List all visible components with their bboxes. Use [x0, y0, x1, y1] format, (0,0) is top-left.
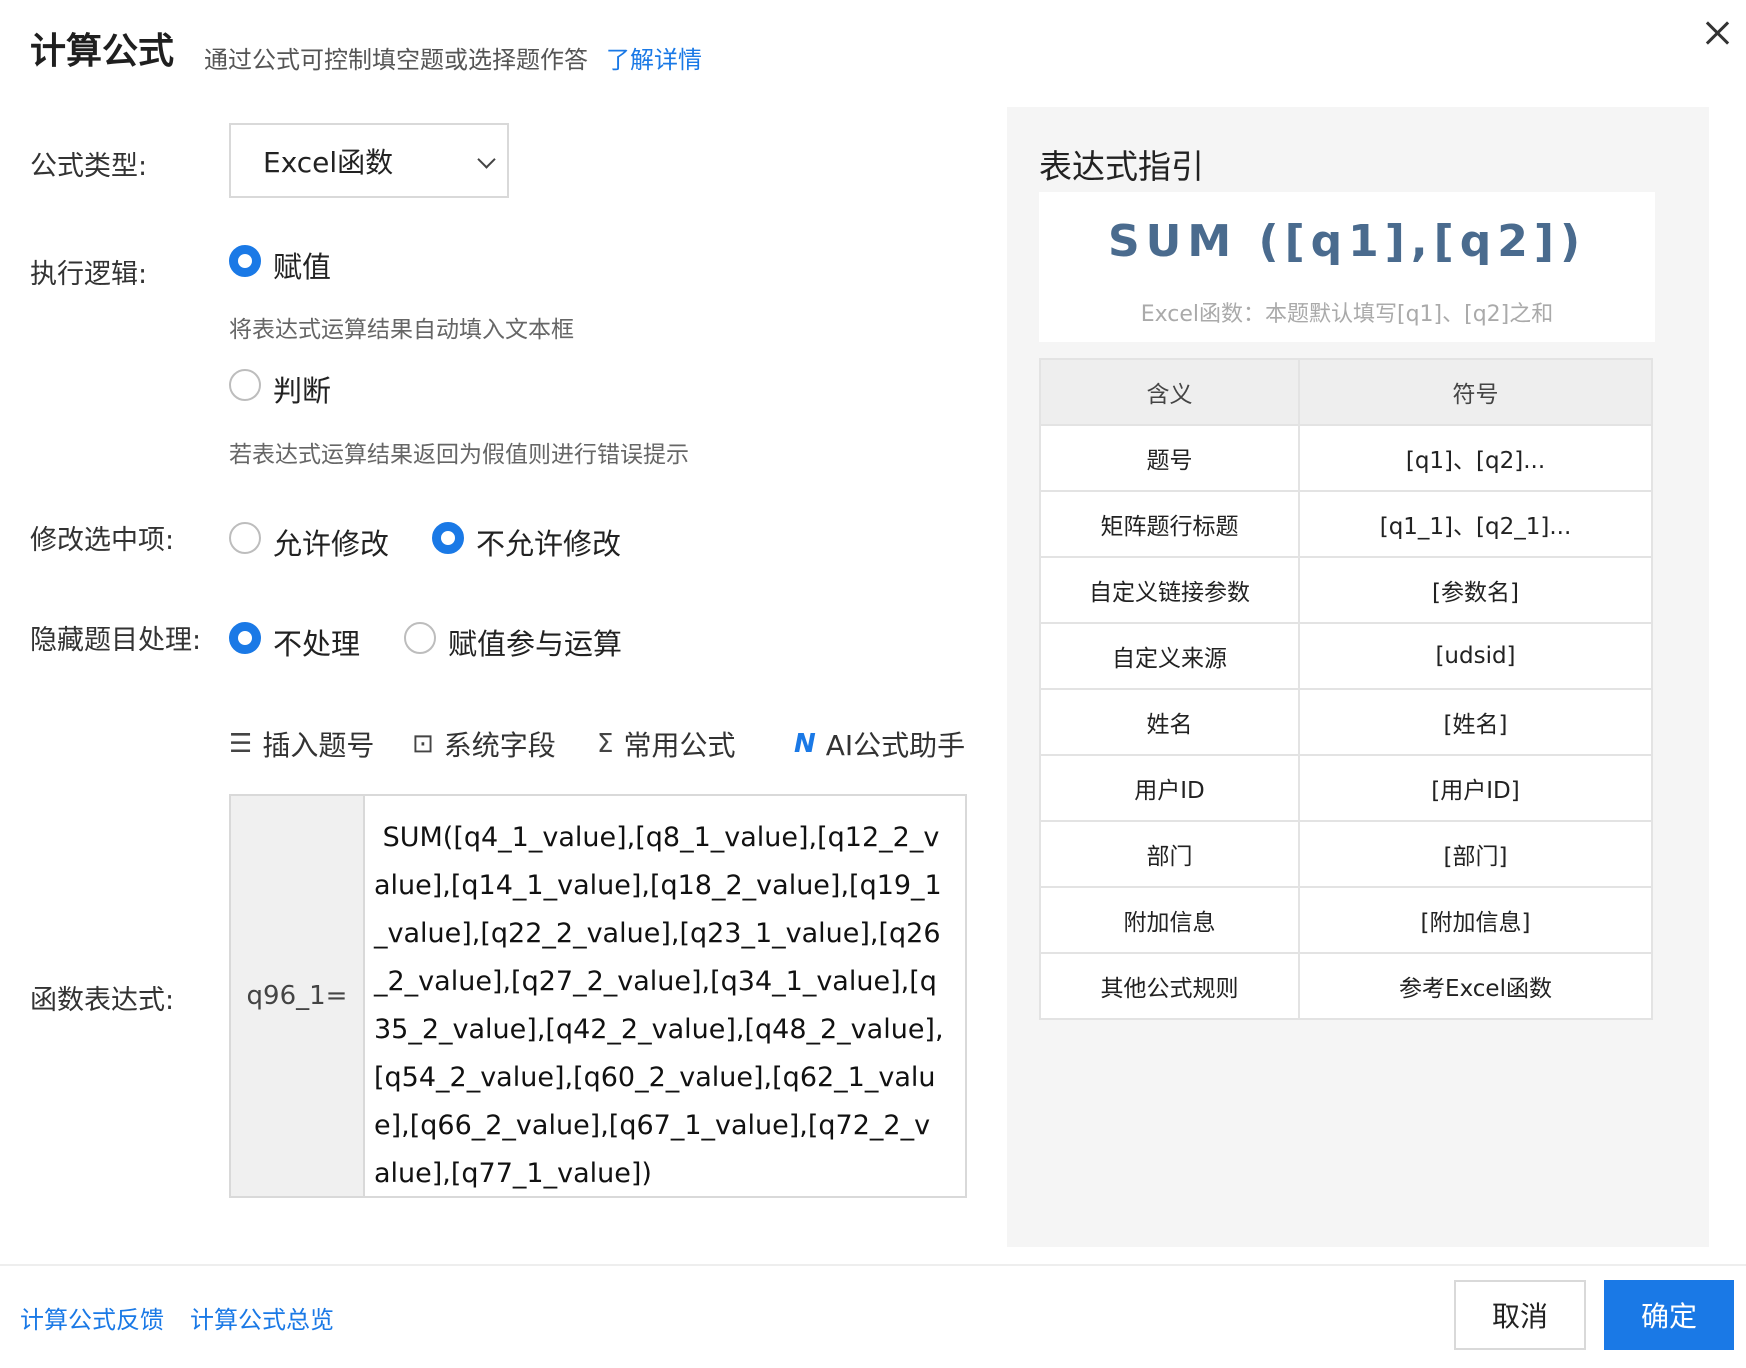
row-meaning: 其他公式规则 — [1039, 952, 1300, 1020]
radio-allow-modify[interactable] — [229, 522, 261, 554]
guide-header-meaning: 含义 — [1039, 358, 1300, 426]
row-symbol: 参考Excel函数 — [1298, 952, 1653, 1020]
row-meaning: 用户ID — [1039, 754, 1300, 822]
guide-title: 表达式指引 — [1039, 147, 1204, 186]
radio-disallow-modify[interactable] — [432, 522, 464, 554]
expression-label: 函数表达式: — [30, 985, 175, 1016]
table-row: 题号 [q1]、[q2]... — [1039, 424, 1653, 492]
dialog-title: 计算公式 — [30, 31, 175, 72]
row-meaning: 矩阵题行标题 — [1039, 490, 1300, 558]
row-symbol: [q1]、[q2]... — [1298, 424, 1653, 492]
guide-example-formula: SUM ([q1],[q2]) — [1107, 216, 1587, 267]
table-row: 其他公式规则 参考Excel函数 — [1039, 952, 1653, 1020]
row-symbol: [附加信息] — [1298, 886, 1653, 954]
system-field-label: 系统字段 — [443, 729, 556, 762]
assign-hint: 将表达式运算结果自动填入文本框 — [229, 317, 574, 343]
formula-type-value: Excel函数 — [263, 145, 394, 179]
radio-judge[interactable] — [229, 369, 261, 401]
modify-label: 修改选中项: — [30, 525, 175, 556]
table-row: 姓名 [姓名] — [1039, 688, 1653, 756]
radio-assign-compute-label[interactable]: 赋值参与运算 — [448, 621, 622, 663]
radio-disallow-modify-label[interactable]: 不允许修改 — [476, 521, 621, 563]
radio-no-process[interactable] — [229, 622, 261, 654]
learn-more-link[interactable]: 了解详情 — [606, 40, 702, 75]
cancel-button[interactable]: 取消 — [1454, 1280, 1586, 1350]
row-meaning: 姓名 — [1039, 688, 1300, 756]
common-formula-label: 常用公式 — [623, 729, 736, 762]
table-row: 自定义来源 [udsid] — [1039, 622, 1653, 690]
footer-divider — [0, 1264, 1746, 1266]
formula-overview-link[interactable]: 计算公式总览 — [190, 1300, 334, 1335]
hidden-label: 隐藏题目处理: — [30, 625, 202, 656]
table-row: 矩阵题行标题 [q1_1]、[q2_1]... — [1039, 490, 1653, 558]
insert-question-label: 插入题号 — [262, 729, 375, 762]
close-icon[interactable] — [1700, 16, 1734, 50]
formula-type-label: 公式类型: — [30, 151, 148, 182]
common-formula-button[interactable]: Σ 常用公式 — [597, 724, 735, 764]
row-meaning: 自定义来源 — [1039, 622, 1300, 690]
radio-no-process-label[interactable]: 不处理 — [273, 621, 360, 663]
row-meaning: 题号 — [1039, 424, 1300, 492]
table-row: 自定义链接参数 [参数名] — [1039, 556, 1653, 624]
row-meaning: 自定义链接参数 — [1039, 556, 1300, 624]
radio-allow-modify-label[interactable]: 允许修改 — [273, 521, 389, 563]
expression-input[interactable]: SUM([q4_1_value],[q8_1_value],[q12_2_val… — [374, 814, 944, 1198]
radio-assign-label[interactable]: 赋值 — [273, 244, 331, 286]
dialog-subtitle: 通过公式可控制填空题或选择题作答 — [204, 46, 588, 74]
row-symbol: [姓名] — [1298, 688, 1653, 756]
chevron-down-icon — [477, 150, 496, 169]
ai-assistant-button[interactable]: N AI公式助手 — [794, 724, 965, 764]
table-row: 部门 [部门] — [1039, 820, 1653, 888]
ai-logo-icon: N — [794, 729, 816, 759]
row-meaning: 部门 — [1039, 820, 1300, 888]
guide-header-symbol: 符号 — [1298, 358, 1653, 426]
confirm-button[interactable]: 确定 — [1604, 1280, 1734, 1350]
insert-question-button[interactable]: ☰ 插入题号 — [229, 724, 374, 764]
row-symbol: [用户ID] — [1298, 754, 1653, 822]
sigma-icon: Σ — [597, 729, 614, 759]
guide-table: 含义 符号 题号 [q1]、[q2]... 矩阵题行标题 [q1_1]、[q2_1]… — [1039, 358, 1653, 1020]
system-field-button[interactable]: ⊡ 系统字段 — [412, 724, 556, 764]
guide-table-header: 含义 符号 — [1039, 358, 1653, 426]
logic-label: 执行逻辑: — [30, 259, 148, 290]
formula-feedback-link[interactable]: 计算公式反馈 — [20, 1300, 164, 1335]
radio-assign[interactable] — [229, 245, 261, 277]
guide-example-desc: Excel函数：本题默认填写[q1]、[q2]之和 — [1140, 302, 1554, 327]
row-symbol: [q1_1]、[q2_1]... — [1298, 490, 1653, 558]
row-symbol: [udsid] — [1298, 622, 1653, 690]
row-meaning: 附加信息 — [1039, 886, 1300, 954]
list-numbered-icon: ☰ — [229, 729, 253, 759]
judge-hint: 若表达式运算结果返回为假值则进行错误提示 — [229, 442, 689, 468]
field-box-icon: ⊡ — [412, 729, 434, 759]
table-row: 附加信息 [附加信息] — [1039, 886, 1653, 954]
table-row: 用户ID [用户ID] — [1039, 754, 1653, 822]
radio-judge-label[interactable]: 判断 — [273, 368, 331, 410]
row-symbol: [部门] — [1298, 820, 1653, 888]
ai-assistant-label: AI公式助手 — [825, 729, 966, 762]
formula-type-select[interactable]: Excel函数 — [229, 123, 509, 198]
radio-assign-compute[interactable] — [404, 622, 436, 654]
expression-prefix: q96_1= — [231, 796, 365, 1196]
row-symbol: [参数名] — [1298, 556, 1653, 624]
